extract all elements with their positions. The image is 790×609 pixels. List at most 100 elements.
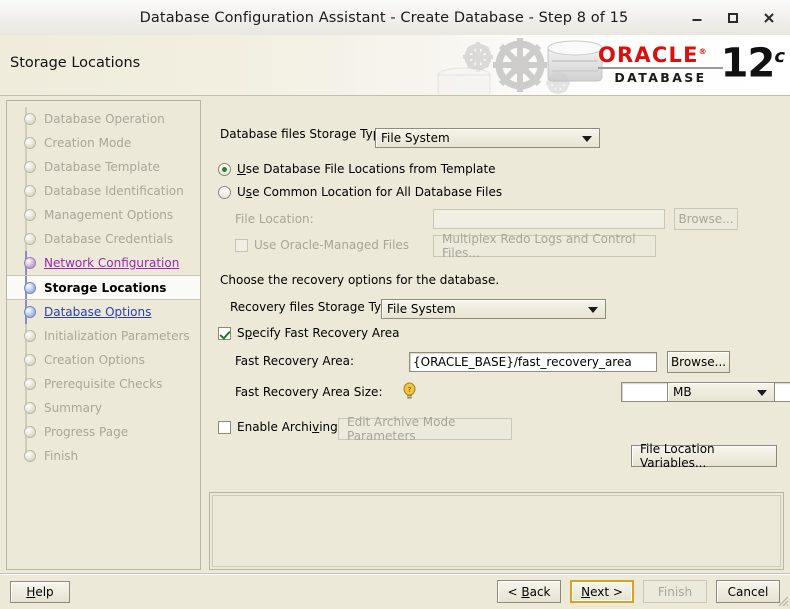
specify-fast-recovery-area-label: Specify Fast Recovery Area: [237, 326, 400, 340]
enable-archiving-checkbox[interactable]: [218, 421, 231, 434]
step-bullet-icon: [24, 426, 36, 438]
step-bullet-icon: [24, 137, 36, 149]
sidebar-item-summary[interactable]: Summary: [7, 396, 200, 420]
sidebar-item-label: Summary: [44, 401, 102, 415]
browse-label: Browse...: [671, 355, 726, 369]
message-panel-inner: [212, 495, 781, 567]
oracle-version: 12c: [721, 37, 784, 83]
step-bullet-icon: [24, 282, 36, 294]
footer-divider: [0, 574, 790, 575]
maximize-icon[interactable]: [724, 9, 742, 27]
step-bullet-icon: [24, 161, 36, 173]
minimize-icon[interactable]: [688, 9, 706, 27]
storage-type-row: Database files Storage Type:: [220, 127, 392, 141]
step-bullet-icon: [24, 306, 36, 318]
sidebar-item-storage-locations[interactable]: Storage Locations: [7, 275, 200, 300]
fast-recovery-area-size-label: Fast Recovery Area Size:: [235, 385, 383, 399]
file-location-variables-label: File Location Variables...: [640, 442, 768, 470]
enable-archiving-row[interactable]: Enable Archiving: [218, 420, 338, 434]
recovery-type-row: Recovery files Storage Type:: [230, 300, 400, 314]
step-bullet-icon: [24, 257, 36, 269]
sidebar-item-database-template[interactable]: Database Template: [7, 155, 200, 179]
file-location-input: [433, 209, 665, 229]
edit-archive-label: Edit Archive Mode Parameters: [347, 415, 503, 443]
radio-use-common-icon[interactable]: [218, 186, 231, 199]
step-bullet-icon: [24, 330, 36, 342]
close-icon[interactable]: [760, 9, 778, 27]
sidebar-item-label: Database Credentials: [44, 232, 173, 246]
sidebar-item-label: Database Options: [44, 305, 151, 319]
multiplex-label: Multiplex Redo Logs and Control Files...: [442, 232, 647, 260]
help-button[interactable]: Help: [10, 581, 70, 603]
sidebar-item-database-operation[interactable]: Database Operation: [7, 107, 200, 131]
radio-use-template-icon[interactable]: [218, 163, 231, 176]
help-label: Help: [26, 585, 53, 599]
browse-label: Browse...: [678, 212, 733, 226]
sidebar-item-initialization-parameters[interactable]: Initialization Parameters: [7, 324, 200, 348]
next-button[interactable]: Next >: [570, 580, 634, 603]
fra-size-unit-value: MB: [673, 385, 692, 399]
fast-recovery-area-input[interactable]: {ORACLE_BASE}/fast_recovery_area: [409, 352, 657, 372]
file-location-variables-button[interactable]: File Location Variables...: [631, 445, 777, 467]
recovery-intro-row: Choose the recovery options for the data…: [220, 273, 499, 287]
radio-template-row[interactable]: Use Database File Locations from Templat…: [218, 162, 496, 176]
cancel-button[interactable]: Cancel: [716, 580, 780, 603]
storage-type-value: File System: [381, 131, 450, 145]
edit-archive-mode-parameters-button: Edit Archive Mode Parameters: [338, 418, 512, 440]
enable-archiving-label: Enable Archiving: [237, 420, 338, 434]
sidebar-item-label: Prerequisite Checks: [44, 377, 162, 391]
radio-use-common-label: Use Common Location for All Database Fil…: [237, 185, 502, 199]
oracle-database-sub: DATABASE: [598, 70, 723, 85]
sidebar-item-creation-mode[interactable]: Creation Mode: [7, 131, 200, 155]
sidebar-item-database-credentials[interactable]: Database Credentials: [7, 227, 200, 251]
sidebar-item-label: Storage Locations: [44, 281, 166, 295]
hint-icon-wrap: ?: [402, 382, 420, 403]
sidebar-item-label: Creation Mode: [44, 136, 131, 150]
sidebar-item-management-options[interactable]: Management Options: [7, 203, 200, 227]
cancel-label: Cancel: [728, 585, 769, 599]
sidebar-item-label: Database Identification: [44, 184, 184, 198]
fast-recovery-area-value: {ORACLE_BASE}/fast_recovery_area: [413, 355, 632, 369]
omf-row: Use Oracle-Managed Files: [235, 238, 409, 252]
fra-row: Fast Recovery Area:: [235, 354, 354, 368]
database-files-storage-type-select[interactable]: File System: [375, 128, 600, 148]
specify-fra-row[interactable]: Specify Fast Recovery Area: [218, 326, 400, 340]
sidebar-item-network-configuration[interactable]: Network Configuration: [7, 251, 200, 275]
resize-grip-icon[interactable]: [775, 593, 789, 607]
step-bullet-icon: [24, 354, 36, 366]
svg-text:?: ?: [408, 386, 412, 394]
step-bullet-icon: [24, 233, 36, 245]
recovery-files-storage-type-select[interactable]: File System: [381, 299, 606, 319]
footer-bar: Help < Back Next > Finish Cancel: [0, 573, 790, 609]
file-location-row: File Location:: [235, 212, 314, 226]
recovery-type-label: Recovery files Storage Type:: [230, 300, 400, 314]
sidebar-item-progress-page[interactable]: Progress Page: [7, 420, 200, 444]
main-content: Database files Storage Type: File System…: [207, 100, 784, 485]
specify-fast-recovery-area-checkbox[interactable]: [218, 327, 231, 340]
sidebar-item-finish[interactable]: Finish: [7, 444, 200, 468]
sidebar-item-label: Creation Options: [44, 353, 145, 367]
title-bar: Database Configuration Assistant - Creat…: [0, 0, 790, 36]
fra-size-unit-select[interactable]: MB: [667, 382, 775, 402]
message-panel: [209, 492, 784, 570]
radio-common-row[interactable]: Use Common Location for All Database Fil…: [218, 185, 502, 199]
radio-use-template-label: Use Database File Locations from Templat…: [237, 162, 496, 176]
step-bullet-icon: [24, 378, 36, 390]
use-oracle-managed-files-checkbox: [235, 239, 248, 252]
sidebar-item-label: Initialization Parameters: [44, 329, 190, 343]
chevron-down-icon: [582, 136, 592, 142]
sidebar-item-label: Progress Page: [44, 425, 128, 439]
sidebar-item-database-identification[interactable]: Database Identification: [7, 179, 200, 203]
fast-recovery-area-browse-button[interactable]: Browse...: [667, 351, 730, 373]
sidebar-item-creation-options[interactable]: Creation Options: [7, 348, 200, 372]
chevron-down-icon: [588, 307, 598, 313]
back-button[interactable]: < Back: [497, 580, 561, 603]
logo-divider: [598, 67, 723, 69]
sidebar-item-label: Database Operation: [44, 112, 165, 126]
page-title: Storage Locations: [10, 55, 140, 71]
sidebar-item-database-options[interactable]: Database Options: [7, 300, 200, 324]
sidebar-item-prerequisite-checks[interactable]: Prerequisite Checks: [7, 372, 200, 396]
finish-button: Finish: [643, 580, 707, 603]
window-controls: [688, 9, 790, 27]
step-bullet-icon: [24, 402, 36, 414]
